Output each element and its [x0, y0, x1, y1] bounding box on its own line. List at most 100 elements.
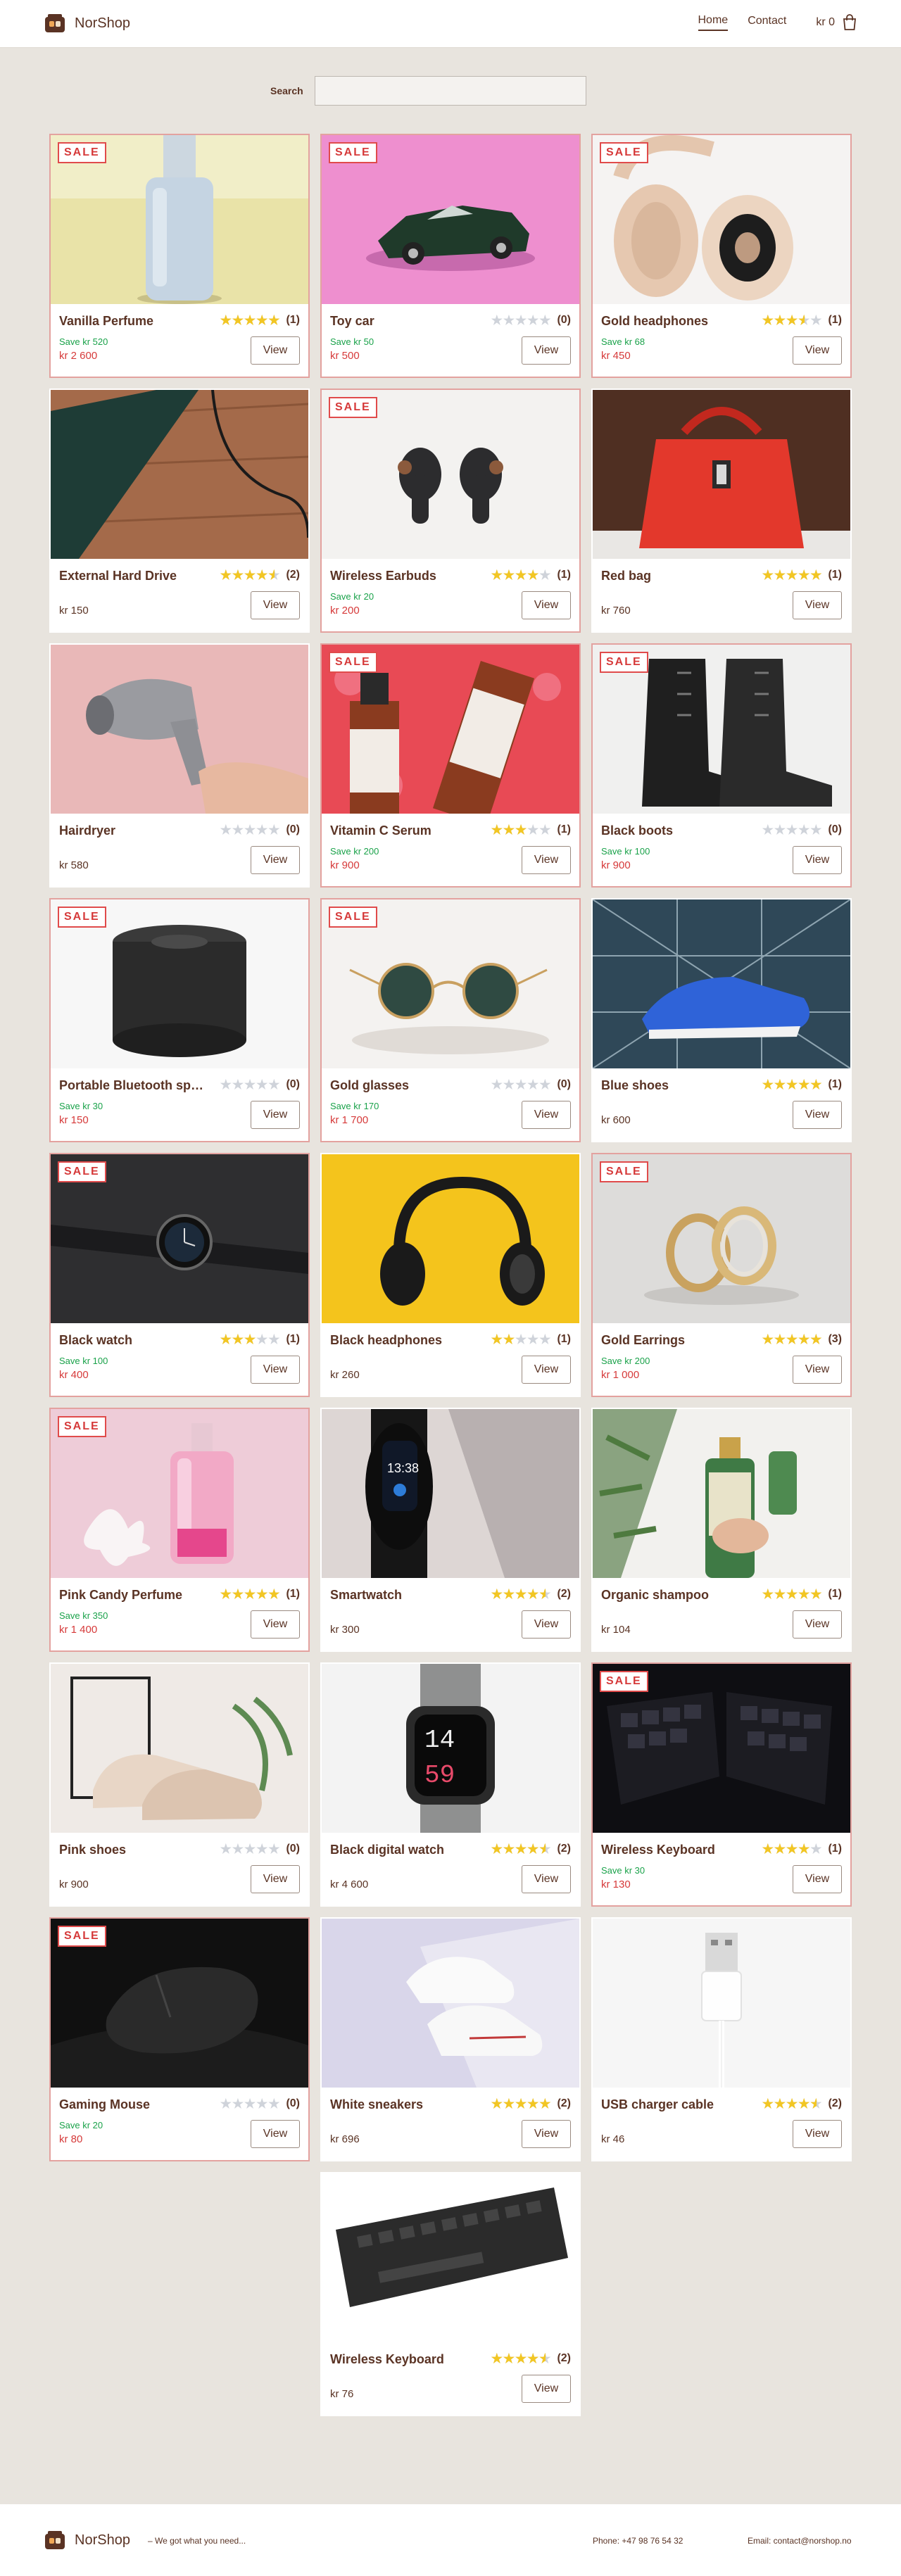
- pink-shoes-image[interactable]: [51, 1664, 308, 1833]
- product-card[interactable]: 1459Black digital watch★★★★★★★★★★(2)kr 4…: [320, 1662, 581, 1907]
- footer-logo[interactable]: NorShop: [44, 2530, 130, 2551]
- product-card[interactable]: SALE Wireless Keyboard ★★★★★★★★★★ (1) Save k…: [591, 1662, 852, 1907]
- product-card[interactable]: USB charger cable ★★★★★★★★★★ (2) kr 46 View: [591, 1917, 852, 2161]
- product-name[interactable]: Smartwatch: [330, 1588, 479, 1603]
- product-name[interactable]: Black headphones: [330, 1333, 479, 1348]
- product-name[interactable]: Pink shoes: [59, 1843, 208, 1857]
- view-button[interactable]: View: [251, 1610, 300, 1639]
- view-button[interactable]: View: [793, 2120, 842, 2148]
- view-button[interactable]: View: [793, 1101, 842, 1129]
- product-card[interactable]: Black headphones ★★★★★★★★★★ (1) kr 260 View: [320, 1153, 581, 1397]
- product-name[interactable]: Black watch: [59, 1333, 208, 1348]
- product-name[interactable]: Gold headphones: [601, 314, 750, 329]
- product-name[interactable]: Pink Candy Perfume: [59, 1588, 208, 1603]
- product-name[interactable]: White sneakers: [330, 2097, 479, 2112]
- product-name[interactable]: Red bag: [601, 569, 750, 583]
- view-button[interactable]: View: [522, 1610, 571, 1639]
- product-card[interactable]: Organic shampoo ★★★★★ ★★★★★ (1) kr 104 View: [591, 1408, 852, 1652]
- product-card[interactable]: SALE Black watch ★★★★★★★★★★ (1) Save kr 100 k…: [49, 1153, 310, 1397]
- blue-shoes-image[interactable]: [593, 899, 850, 1068]
- product-name[interactable]: Wireless Keyboard: [330, 2352, 479, 2367]
- cart-button[interactable]: kr 0: [816, 14, 857, 31]
- view-button[interactable]: View: [793, 1865, 842, 1893]
- view-button[interactable]: View: [251, 591, 300, 619]
- product-card[interactable]: SALE Black boots ★★★★★★★★★★ (0) Save kr 100 k…: [591, 643, 852, 888]
- view-button[interactable]: View: [251, 1356, 300, 1384]
- view-button[interactable]: View: [251, 2120, 300, 2148]
- view-button[interactable]: View: [793, 846, 842, 874]
- brand-logo[interactable]: NorShop: [44, 13, 130, 34]
- product-rating: ★★★★★★★★★★ (2): [220, 569, 300, 581]
- star-rating-icon: ★★★★★★★★★★: [220, 823, 281, 837]
- view-button[interactable]: View: [522, 2375, 571, 2403]
- product-card[interactable]: SALE Vitamin C Serum ★★★★★★★★★★ (1) Save kr …: [320, 643, 581, 888]
- usb-cable-image[interactable]: [593, 1919, 850, 2088]
- product-card[interactable]: Hairdryer ★★★★★★★★★★ (0) kr 580 View: [49, 643, 310, 888]
- white-sneakers-image[interactable]: [322, 1919, 579, 2088]
- product-name[interactable]: Gold glasses: [330, 1078, 479, 1093]
- product-card[interactable]: SALE Pink Candy Perfume ★★★★★ ★★★★★ (1) Save …: [49, 1408, 310, 1652]
- product-name[interactable]: Toy car: [330, 314, 479, 329]
- star-rating-icon: ★★★★★★★★★★: [762, 1842, 823, 1856]
- review-count: (1): [828, 1078, 842, 1090]
- sale-badge: SALE: [329, 142, 377, 163]
- product-name[interactable]: Wireless Keyboard: [601, 1843, 750, 1857]
- product-name[interactable]: Gaming Mouse: [59, 2097, 208, 2112]
- product-name[interactable]: USB charger cable: [601, 2097, 750, 2112]
- view-button[interactable]: View: [522, 846, 571, 874]
- view-button[interactable]: View: [251, 336, 300, 365]
- view-button[interactable]: View: [251, 846, 300, 874]
- product-name[interactable]: External Hard Drive: [59, 569, 208, 583]
- product-name[interactable]: Hairdryer: [59, 823, 208, 838]
- product-card[interactable]: SALE Gold headphones ★★★★★★★★★★ (1) Save kr …: [591, 134, 852, 378]
- product-card[interactable]: SALE Toy car ★★★★★★★★★★ (0) Save kr 50 kr 500…: [320, 134, 581, 378]
- view-button[interactable]: View: [522, 2120, 571, 2148]
- view-button[interactable]: View: [793, 1356, 842, 1384]
- product-card[interactable]: White sneakers ★★★★★ ★★★★★ (2) kr 696 View: [320, 1917, 581, 2161]
- keyboard-image[interactable]: [322, 2173, 579, 2342]
- product-name[interactable]: Blue shoes: [601, 1078, 750, 1093]
- product-name[interactable]: Gold Earrings: [601, 1333, 750, 1348]
- product-card[interactable]: SALE Gold Earrings ★★★★★ ★★★★★ (3) Save kr 20…: [591, 1153, 852, 1397]
- view-button[interactable]: View: [522, 1356, 571, 1384]
- product-name[interactable]: Black digital watch: [330, 1843, 479, 1857]
- product-name[interactable]: Black boots: [601, 823, 750, 838]
- product-name[interactable]: Vitamin C Serum: [330, 823, 479, 838]
- view-button[interactable]: View: [251, 1101, 300, 1129]
- product-card[interactable]: Blue shoes ★★★★★ ★★★★★ (1) kr 600 View: [591, 898, 852, 1142]
- black-headphones-image[interactable]: [322, 1154, 579, 1323]
- product-card[interactable]: SALE Portable Bluetooth speaker ★★★★★★★★★★…: [49, 898, 310, 1142]
- product-card[interactable]: SALE Gaming Mouse ★★★★★★★★★★ (0) Save kr 20 k…: [49, 1917, 310, 2161]
- product-card[interactable]: Wireless Keyboard ★★★★★★★★★★ (2) kr 76 View: [320, 2172, 581, 2416]
- nav-home-link[interactable]: Home: [698, 14, 729, 31]
- product-card[interactable]: Pink shoes ★★★★★★★★★★ (0) kr 900 View: [49, 1662, 310, 1907]
- search-input[interactable]: [314, 76, 586, 106]
- view-button[interactable]: View: [522, 336, 571, 365]
- product-name[interactable]: Wireless Earbuds: [330, 569, 479, 583]
- product-card[interactable]: SALE Vanilla Perfume ★★★★★ ★★★★★ (1) Save kr …: [49, 134, 310, 378]
- view-button[interactable]: View: [522, 1865, 571, 1893]
- product-card[interactable]: 13:38 Smartwatch ★★★★★★★★★★ (2) kr 300 View: [320, 1408, 581, 1652]
- product-name[interactable]: Vanilla Perfume: [59, 314, 208, 329]
- view-button[interactable]: View: [793, 1610, 842, 1639]
- product-card[interactable]: SALE Gold glasses ★★★★★★★★★★ (0) Save kr 170…: [320, 898, 581, 1142]
- smartwatch-image[interactable]: 13:38: [322, 1409, 579, 1578]
- product-card[interactable]: Red bag ★★★★★ ★★★★★ (1) kr 760 View: [591, 389, 852, 633]
- view-button[interactable]: View: [793, 336, 842, 365]
- hard-drive-image[interactable]: [51, 390, 308, 559]
- view-button[interactable]: View: [793, 591, 842, 619]
- view-button[interactable]: View: [522, 1101, 571, 1129]
- product-name[interactable]: Portable Bluetooth speaker: [59, 1078, 208, 1093]
- nav-contact-link[interactable]: Contact: [748, 15, 786, 30]
- view-button[interactable]: View: [251, 1865, 300, 1893]
- shampoo-image[interactable]: [593, 1409, 850, 1578]
- cart-total: kr 0: [816, 16, 835, 28]
- hairdryer-image[interactable]: [51, 645, 308, 814]
- product-card[interactable]: External Hard Drive ★★★★★★★★★★ (2) kr 150 Vi…: [49, 389, 310, 633]
- view-button[interactable]: View: [522, 591, 571, 619]
- digital-watch-image[interactable]: 14 59: [322, 1664, 579, 1833]
- star-rating-icon: ★★★★★★★★★★: [762, 568, 823, 582]
- product-card[interactable]: SALE Wireless Earbuds ★★★★★★★★★★ (1) Save kr…: [320, 389, 581, 633]
- red-bag-image[interactable]: [593, 390, 850, 559]
- product-name[interactable]: Organic shampoo: [601, 1588, 750, 1603]
